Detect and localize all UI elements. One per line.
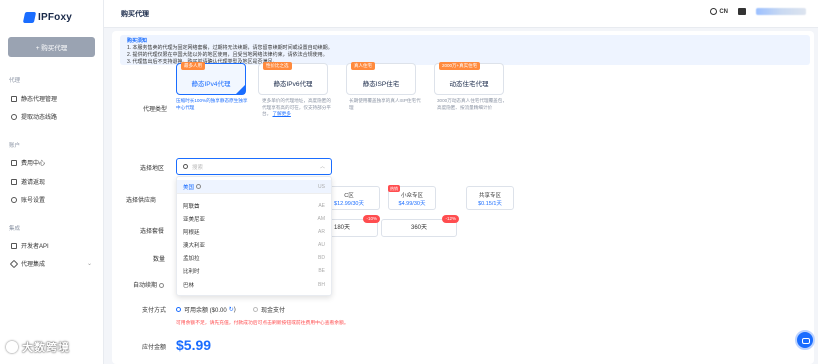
sidebar-item-dynamic-lines[interactable]: 提取动态线路 bbox=[11, 112, 57, 121]
discount-badge: -10% bbox=[363, 215, 380, 223]
logo-text: IPFoxy bbox=[38, 12, 72, 23]
notice-line: 2. 提供的代理仅限在中国大陆以外的地区使用，且受当地网络法律约束，请依法合规使… bbox=[127, 52, 328, 58]
region-option[interactable]: 美国 US bbox=[177, 180, 331, 193]
learn-more-link[interactable]: 了解更多 bbox=[272, 111, 290, 116]
sidebar-item-static-proxy[interactable]: 静态代理管理 bbox=[11, 94, 57, 103]
language-switch[interactable]: CN bbox=[710, 8, 728, 15]
proxy-type-label: 代理类型 bbox=[143, 107, 168, 113]
proxy-type-tag: 真人住宅 bbox=[351, 62, 375, 70]
total-price: $5.99 bbox=[176, 337, 212, 353]
proxy-type-tag: 性价比之选 bbox=[263, 62, 292, 70]
pay-balance-option[interactable]: 可用余额 ($0.00 ↻) bbox=[176, 305, 236, 314]
plan-price: $4.99/30天 bbox=[398, 201, 426, 207]
proxy-type-tag: 2000万+真实住宅 bbox=[439, 62, 481, 70]
globe-icon bbox=[710, 8, 718, 15]
proxy-type-name: 静态IPv6代理 bbox=[273, 81, 313, 88]
code-icon bbox=[11, 242, 17, 249]
proxy-type-name: 静态ISP住宅 bbox=[362, 81, 400, 88]
buy-proxy-button[interactable]: + 购买代理 bbox=[8, 37, 95, 57]
notice-title: 购买须知 bbox=[127, 38, 148, 44]
sidebar-section-integration: 集成 bbox=[9, 226, 21, 232]
puzzle-icon bbox=[9, 259, 19, 268]
provider-label: 选择供应商 bbox=[126, 198, 157, 204]
proxy-type-tag: 最多人用 bbox=[181, 62, 205, 70]
region-dropdown: 美国 US 阿联酋 AE 亚美尼亚 AM 阿根廷 AR 澳大利亚 AU 孟加拉 BD 比利时… bbox=[176, 176, 332, 296]
watermark-logo-icon bbox=[6, 341, 18, 353]
region-option[interactable]: 亚美尼亚 AM bbox=[177, 212, 331, 225]
proxy-type-name: 静态IPv4代理 bbox=[191, 81, 231, 88]
watermark: 大数跨境 bbox=[6, 339, 70, 355]
divider bbox=[177, 193, 331, 194]
logo-icon bbox=[22, 12, 37, 23]
plan-niche-zone[interactable]: 热销 小众专区 $4.99/30天 bbox=[388, 185, 436, 210]
page-title: 购买代理 bbox=[121, 11, 149, 18]
region-option[interactable]: 比利时 BE bbox=[177, 264, 331, 277]
user-menu[interactable] bbox=[756, 8, 806, 16]
info-icon[interactable] bbox=[159, 282, 165, 288]
payment-note: 可用余额不足，请先充值，付款成功后可点击刷新按钮或前往费用中心查看余额。 bbox=[176, 321, 349, 326]
proxy-type-isp[interactable]: 真人住宅 静态ISP住宅 bbox=[346, 62, 416, 95]
plan-shared-zone[interactable]: 共享专区 $0.15/1天 bbox=[466, 186, 514, 210]
region-select[interactable]: 搜索 ︿ bbox=[176, 158, 332, 175]
chevron-up-icon: ︿ bbox=[319, 164, 325, 170]
sidebar-section-account: 账户 bbox=[9, 143, 21, 149]
region-search-input[interactable]: 搜索 bbox=[192, 163, 320, 171]
proxy-type-name: 动态住宅代理 bbox=[449, 81, 489, 88]
plan-price: $0.15/1天 bbox=[478, 201, 502, 207]
pay-cash-option[interactable]: 现金支付 bbox=[253, 305, 285, 314]
sidebar-item-account-settings[interactable]: 账号设置 bbox=[11, 195, 45, 204]
top-right-controls: CN bbox=[710, 8, 806, 15]
gift-icon bbox=[11, 178, 17, 185]
plan-name: 共享专区 bbox=[478, 193, 501, 199]
notice-line: 1. 本服务售卖的代理为固定网络套餐，过期将无法续期，请您留意续期时间或设置自动… bbox=[127, 45, 333, 51]
sidebar-item-proxy-integration[interactable]: 代理集成 bbox=[9, 259, 45, 268]
sidebar-section-proxy: 代理 bbox=[9, 78, 21, 84]
proxy-type-desc: 长期使用覆盖独享的真人ISP住宅代理 bbox=[349, 98, 421, 110]
chat-support-button[interactable] bbox=[795, 330, 815, 350]
auto-renew-label: 自动续期 bbox=[133, 280, 165, 289]
proxy-type-ipv6[interactable]: 性价比之选 静态IPv6代理 bbox=[258, 62, 328, 95]
quantity-label: 数量 bbox=[153, 257, 166, 263]
purchase-notice: 购买须知 1. 本服务售卖的代理为固定网络套餐，过期将无法续期，请您留意续期时间… bbox=[120, 35, 810, 65]
region-option[interactable]: 澳大利亚 AU bbox=[177, 238, 331, 251]
sidebar-item-billing[interactable]: 费用中心 bbox=[11, 158, 45, 167]
info-icon bbox=[196, 184, 202, 189]
proxy-type-desc: 3000万动态真人住宅代理覆盖包，高度隐匿、按流量精细计价 bbox=[437, 98, 507, 110]
radio-unselected bbox=[253, 307, 258, 312]
gear-icon bbox=[11, 196, 17, 203]
discount-badge: -12% bbox=[442, 215, 459, 223]
region-option[interactable]: 孟加拉 BD bbox=[177, 251, 331, 264]
top-bar: 购买代理 CN bbox=[104, 0, 818, 28]
logo[interactable]: IPFoxy bbox=[22, 12, 72, 23]
payment-label: 支付方式 bbox=[142, 308, 167, 314]
region-option[interactable]: 阿联酋 AE bbox=[177, 199, 331, 212]
proxy-type-dynamic[interactable]: 2000万+真实住宅 动态住宅代理 bbox=[434, 62, 504, 95]
radio-selected bbox=[176, 307, 181, 312]
sidebar-item-referral[interactable]: 邀请返现 bbox=[11, 177, 45, 186]
message-icon[interactable] bbox=[738, 8, 746, 16]
monitor-icon bbox=[11, 95, 17, 102]
region-option[interactable]: 巴林 BH bbox=[177, 278, 331, 291]
chevron-down-icon[interactable]: ⌄ bbox=[87, 260, 92, 267]
proxy-type-ipv4[interactable]: 最多人用 静态IPv4代理 bbox=[176, 62, 246, 95]
period-360-days[interactable]: 360天 -12% bbox=[381, 215, 459, 237]
region-label: 选择地区 bbox=[140, 166, 165, 172]
plan-name: 小众专区 bbox=[400, 193, 423, 199]
proxy-type-desc: 更多单价的代理地址，高度隐匿的代理享有高的可在，仅支持部分平台。 了解更多 bbox=[262, 98, 331, 116]
sidebar-item-developer-api[interactable]: 开发者API bbox=[11, 241, 49, 250]
wallet-icon bbox=[11, 159, 17, 166]
package-label: 选择套餐 bbox=[140, 229, 165, 235]
sidebar: IPFoxy + 购买代理 代理 静态代理管理 提取动态线路 账户 费用中心 邀… bbox=[0, 0, 104, 364]
proxy-type-desc: 压缩时长100%的独享静态原生独享中心代理 bbox=[176, 98, 248, 110]
region-option[interactable]: 阿根廷 AR bbox=[177, 225, 331, 238]
search-icon bbox=[183, 164, 188, 169]
refresh-icon bbox=[11, 113, 17, 120]
total-label: 应付金额 bbox=[142, 345, 167, 351]
